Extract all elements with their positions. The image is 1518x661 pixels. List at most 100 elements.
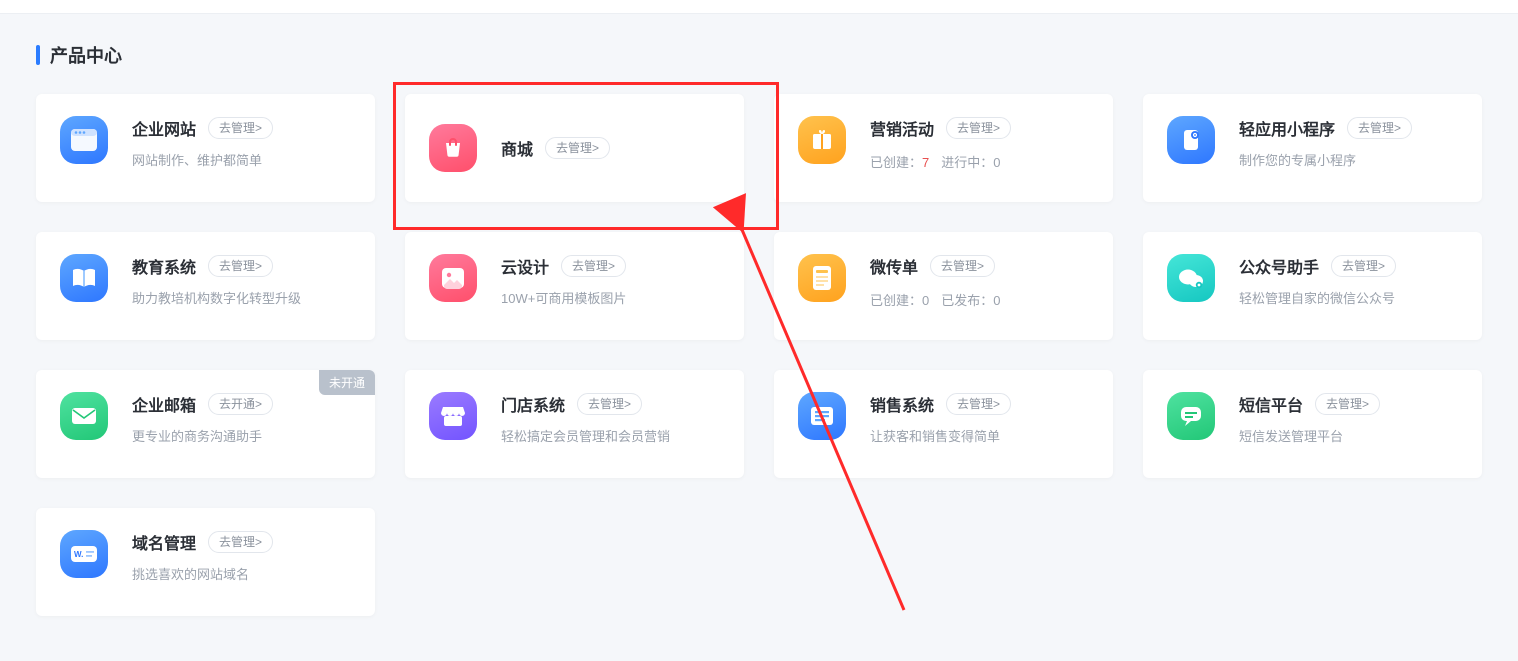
stat-created-value: 0 xyxy=(922,293,929,308)
card-body: 域名管理 去管理> 挑选喜欢的网站域名 xyxy=(132,530,353,584)
card-body: 销售系统 去管理> 让获客和销售变得简单 xyxy=(870,392,1091,446)
product-grid: 企业网站 去管理> 网站制作、维护都简单 商城 去管理> xyxy=(36,94,1482,616)
manage-button[interactable]: 去管理> xyxy=(545,137,610,159)
window-top-bar xyxy=(0,0,1518,14)
card-title: 公众号助手 xyxy=(1239,254,1319,278)
stat-published-value: 0 xyxy=(993,293,1000,308)
card-body: 教育系统 去管理> 助力教培机构数字化转型升级 xyxy=(132,254,353,308)
card-title-row: 轻应用小程序 去管理> xyxy=(1239,116,1460,140)
card-desc: 短信发送管理平台 xyxy=(1239,428,1460,446)
manage-button[interactable]: 去管理> xyxy=(208,117,273,139)
manage-button[interactable]: 去管理> xyxy=(1347,117,1412,139)
stat-created-value: 7 xyxy=(922,155,929,170)
card-body: 企业邮箱 去开通> 更专业的商务沟通助手 xyxy=(132,392,353,446)
card-desc: 挑选喜欢的网站域名 xyxy=(132,566,353,584)
card-desc: 轻松管理自家的微信公众号 xyxy=(1239,290,1460,308)
manage-button[interactable]: 去管理> xyxy=(1315,393,1380,415)
card-desc: 制作您的专属小程序 xyxy=(1239,152,1460,170)
card-body: 轻应用小程序 去管理> 制作您的专属小程序 xyxy=(1239,116,1460,170)
card-sms[interactable]: 短信平台 去管理> 短信发送管理平台 xyxy=(1143,370,1482,478)
card-title: 企业网站 xyxy=(132,116,196,140)
storefront-icon xyxy=(429,392,477,440)
activate-button[interactable]: 去开通> xyxy=(208,393,273,415)
card-miniapp[interactable]: 轻应用小程序 去管理> 制作您的专属小程序 xyxy=(1143,94,1482,202)
card-title: 企业邮箱 xyxy=(132,392,196,416)
card-mp-helper[interactable]: 公众号助手 去管理> 轻松管理自家的微信公众号 xyxy=(1143,232,1482,340)
list-lines-icon xyxy=(798,392,846,440)
card-store[interactable]: 门店系统 去管理> 轻松搞定会员管理和会员营销 xyxy=(405,370,744,478)
card-title: 微传单 xyxy=(870,254,918,278)
card-body: 企业网站 去管理> 网站制作、维护都简单 xyxy=(132,116,353,170)
card-title: 营销活动 xyxy=(870,116,934,140)
manage-button[interactable]: 去管理> xyxy=(577,393,642,415)
card-desc: 网站制作、维护都简单 xyxy=(132,152,353,170)
card-body: 云设计 去管理> 10W+可商用模板图片 xyxy=(501,254,722,308)
stat-created-label: 已创建： xyxy=(870,155,922,170)
card-site[interactable]: 企业网站 去管理> 网站制作、维护都简单 xyxy=(36,94,375,202)
card-body: 短信平台 去管理> 短信发送管理平台 xyxy=(1239,392,1460,446)
image-icon xyxy=(429,254,477,302)
card-design[interactable]: 云设计 去管理> 10W+可商用模板图片 xyxy=(405,232,744,340)
card-body: 微传单 去管理> 已创建：0已发布：0 xyxy=(870,254,1091,309)
manage-button[interactable]: 去管理> xyxy=(1331,255,1396,277)
manage-button[interactable]: 去管理> xyxy=(946,117,1011,139)
card-title: 短信平台 xyxy=(1239,392,1303,416)
manage-button[interactable]: 去管理> xyxy=(208,255,273,277)
card-title: 销售系统 xyxy=(870,392,934,416)
card-title: 商城 xyxy=(501,136,533,160)
svg-text:W.: W. xyxy=(74,550,83,559)
flyer-page-icon xyxy=(798,254,846,302)
gift-icon xyxy=(798,116,846,164)
section-title: 产品中心 xyxy=(50,42,122,68)
book-icon xyxy=(60,254,108,302)
stat-running-value: 0 xyxy=(993,155,1000,170)
card-body: 门店系统 去管理> 轻松搞定会员管理和会员营销 xyxy=(501,392,722,446)
card-title: 门店系统 xyxy=(501,392,565,416)
stat-running-label: 进行中： xyxy=(941,155,993,170)
manage-button[interactable]: 去管理> xyxy=(561,255,626,277)
card-title-row: 门店系统 去管理> xyxy=(501,392,722,416)
wechat-settings-icon xyxy=(1167,254,1215,302)
card-domain[interactable]: W. 域名管理 去管理> 挑选喜欢的网站域名 xyxy=(36,508,375,616)
shopping-bag-icon xyxy=(429,124,477,172)
manage-button[interactable]: 去管理> xyxy=(946,393,1011,415)
manage-button[interactable]: 去管理> xyxy=(930,255,995,277)
card-shop[interactable]: 商城 去管理> xyxy=(405,94,744,202)
card-title-row: 企业网站 去管理> xyxy=(132,116,353,140)
card-body: 商城 去管理> xyxy=(501,136,722,160)
card-edu[interactable]: 教育系统 去管理> 助力教培机构数字化转型升级 xyxy=(36,232,375,340)
domain-tag-icon: W. xyxy=(60,530,108,578)
card-flyer[interactable]: 微传单 去管理> 已创建：0已发布：0 xyxy=(774,232,1113,340)
card-title-row: 销售系统 去管理> xyxy=(870,392,1091,416)
card-title: 轻应用小程序 xyxy=(1239,116,1335,140)
section-header: 产品中心 xyxy=(36,42,1482,68)
stat-published-label: 已发布： xyxy=(941,293,993,308)
card-sales[interactable]: 销售系统 去管理> 让获客和销售变得简单 xyxy=(774,370,1113,478)
card-title-row: 微传单 去管理> xyxy=(870,254,1091,278)
browser-window-icon xyxy=(60,116,108,164)
card-title-row: 商城 去管理> xyxy=(501,136,722,160)
card-title-row: 公众号助手 去管理> xyxy=(1239,254,1460,278)
card-stats: 已创建：0已发布：0 xyxy=(870,290,1091,309)
miniapp-icon xyxy=(1167,116,1215,164)
card-title-row: 云设计 去管理> xyxy=(501,254,722,278)
card-desc: 助力教培机构数字化转型升级 xyxy=(132,290,353,308)
page: 产品中心 企业网站 去管理> 网站制作、维护都简单 商城 xyxy=(0,14,1518,616)
stat-created-label: 已创建： xyxy=(870,293,922,308)
card-marketing[interactable]: 营销活动 去管理> 已创建：7 进行中：0 xyxy=(774,94,1113,202)
card-title-row: 短信平台 去管理> xyxy=(1239,392,1460,416)
card-title: 云设计 xyxy=(501,254,549,278)
card-title-row: 企业邮箱 去开通> xyxy=(132,392,353,416)
card-desc: 让获客和销售变得简单 xyxy=(870,428,1091,446)
section-accent-bar xyxy=(36,45,40,65)
manage-button[interactable]: 去管理> xyxy=(208,531,273,553)
card-title-row: 教育系统 去管理> xyxy=(132,254,353,278)
chat-bubble-icon xyxy=(1167,392,1215,440)
card-desc: 轻松搞定会员管理和会员营销 xyxy=(501,428,722,446)
card-title-row: 营销活动 去管理> xyxy=(870,116,1091,140)
card-stats: 已创建：7 进行中：0 xyxy=(870,152,1091,171)
card-title: 教育系统 xyxy=(132,254,196,278)
card-mail[interactable]: 未开通 企业邮箱 去开通> 更专业的商务沟通助手 xyxy=(36,370,375,478)
card-desc: 更专业的商务沟通助手 xyxy=(132,428,353,446)
status-tag-inactive: 未开通 xyxy=(319,370,375,395)
